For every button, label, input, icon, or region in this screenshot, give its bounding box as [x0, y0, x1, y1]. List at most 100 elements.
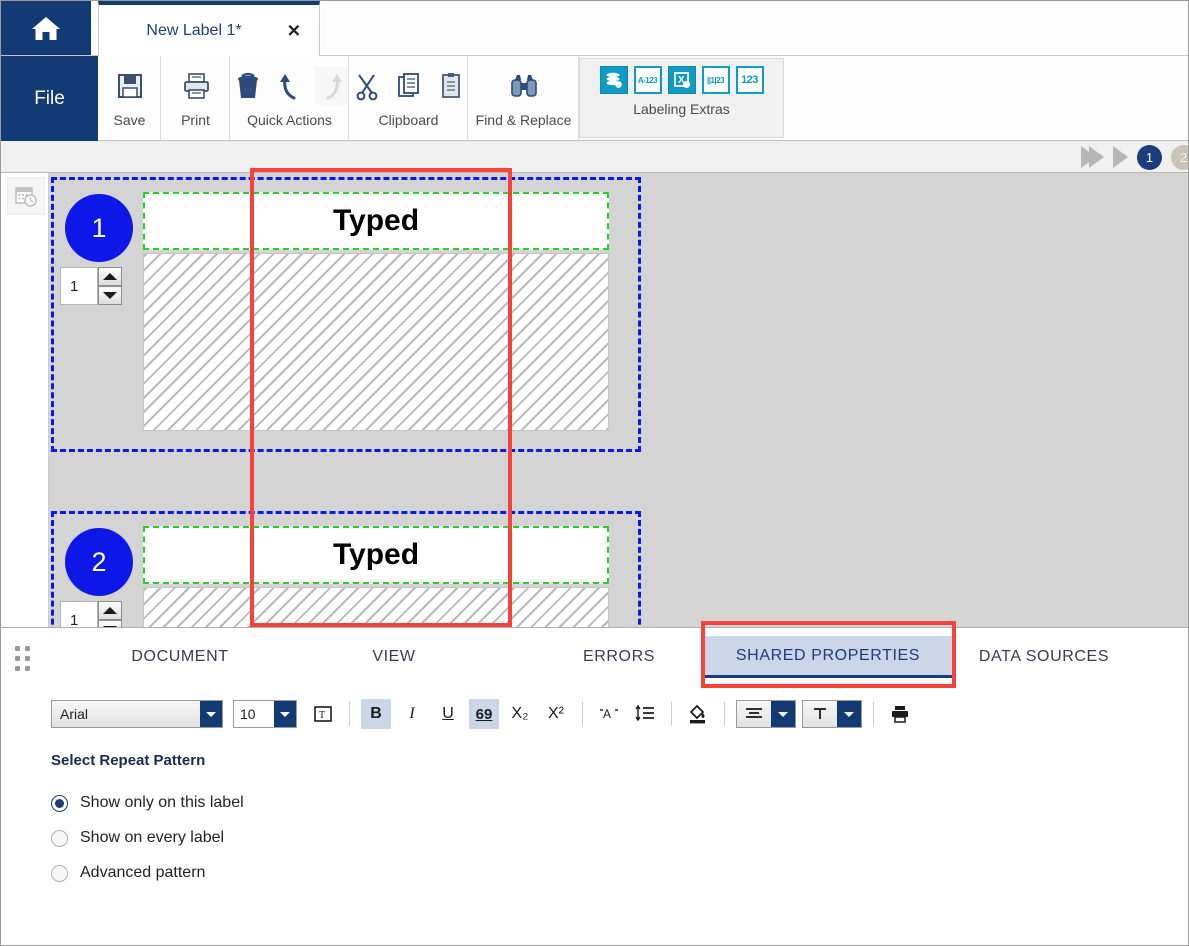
page-indicator-2[interactable]: 2	[1171, 145, 1189, 170]
repeat-count-stepper[interactable]: 1	[60, 601, 122, 627]
home-icon	[29, 13, 63, 43]
italic-button[interactable]: I	[397, 699, 427, 729]
radio-show-only-this-label[interactable]: Show only on this label	[51, 794, 244, 812]
date-time-tool-button[interactable]	[7, 177, 45, 215]
radio-indicator[interactable]	[51, 795, 68, 812]
undo-button[interactable]	[273, 67, 307, 105]
page-navigation-bar: 1 2	[1, 141, 1189, 173]
document-tab[interactable]: New Label 1* ✕	[98, 1, 320, 56]
font-size-select[interactable]: 10	[233, 700, 297, 728]
toolbar-separator	[582, 702, 583, 726]
font-family-select[interactable]: Arial	[51, 700, 223, 728]
database-button[interactable]	[600, 66, 628, 94]
label-text-field[interactable]: Typed	[143, 526, 609, 584]
tab-data-sources[interactable]: DATA SOURCES	[944, 636, 1144, 678]
fill-color-icon	[686, 703, 710, 725]
serial-number-button[interactable]: 123	[736, 66, 764, 94]
home-button[interactable]	[1, 1, 91, 55]
chevron-down-icon[interactable]	[837, 701, 861, 727]
font-color-icon: A	[598, 704, 620, 724]
find-replace-button[interactable]	[507, 67, 541, 105]
label-text-field[interactable]: Typed	[143, 192, 609, 250]
radio-indicator[interactable]	[51, 865, 68, 882]
copy-button[interactable]	[392, 67, 426, 105]
radio-indicator[interactable]	[51, 830, 68, 847]
repeat-count-stepper[interactable]: 1	[60, 267, 122, 305]
ribbon-group-label: Find & Replace	[476, 112, 572, 128]
align-top-icon[interactable]	[803, 701, 837, 727]
labeling-extras-label: Labeling Extras	[633, 101, 730, 117]
superscript-button[interactable]: X²	[541, 699, 571, 729]
align-center-icon[interactable]	[737, 701, 771, 727]
tab-errors[interactable]: ERRORS	[554, 636, 684, 678]
cut-button[interactable]	[350, 67, 384, 105]
panel-tab-bar: DOCUMENT VIEW ERRORS SHARED PROPERTIES D…	[49, 628, 1189, 684]
serial-number-icon: 123	[741, 74, 758, 86]
stepper-up-button[interactable]	[98, 267, 122, 286]
label-block[interactable]: 2 1 Typed	[51, 511, 641, 627]
radio-advanced-pattern[interactable]: Advanced pattern	[51, 864, 205, 882]
align-dropdown[interactable]	[736, 700, 796, 728]
ribbon-group-label: Clipboard	[379, 112, 439, 128]
font-color-button[interactable]: A	[594, 699, 624, 729]
clear-data-icon: X	[673, 71, 691, 89]
print-button[interactable]	[179, 67, 213, 105]
format-toolbar: Arial 10 T B I U 69 X₂ X²	[1, 690, 1189, 738]
document-tab-label: New Label 1*	[146, 22, 241, 40]
clear-data-button[interactable]: X	[668, 66, 696, 94]
tab-document[interactable]: DOCUMENT	[105, 636, 255, 678]
repeat-count-input[interactable]: 1	[60, 601, 98, 627]
fill-color-button[interactable]	[683, 699, 713, 729]
svg-text:T: T	[319, 710, 325, 721]
ribbon-group-print: Print	[162, 56, 230, 140]
label-hatched-region[interactable]	[143, 587, 609, 627]
underline-button[interactable]: U	[433, 699, 463, 729]
label-hatched-region[interactable]	[143, 253, 609, 431]
label-badge[interactable]: 2	[65, 528, 133, 596]
barcode-button[interactable]: ||1|23	[702, 66, 730, 94]
delete-trash-icon	[235, 71, 261, 101]
first-page-button[interactable]	[1081, 146, 1104, 168]
radio-show-every-label[interactable]: Show on every label	[51, 829, 224, 847]
label-badge[interactable]: 1	[65, 194, 133, 262]
text-fit-button[interactable]: T	[308, 699, 338, 729]
delete-button[interactable]	[231, 67, 265, 105]
label-block[interactable]: 1 1 Typed	[51, 177, 641, 452]
stepper-down-button[interactable]	[98, 620, 122, 627]
caret-up-icon	[103, 273, 117, 280]
font-family-value: Arial	[52, 706, 200, 722]
chevron-down-icon[interactable]	[771, 701, 795, 727]
file-menu-button[interactable]: File	[1, 56, 98, 141]
panel-drag-handle[interactable]	[15, 646, 33, 672]
radio-label: Advanced pattern	[80, 864, 205, 882]
text-fit-icon: T	[313, 704, 333, 724]
grip-dot	[25, 656, 30, 661]
chevron-down-icon[interactable]	[274, 701, 296, 727]
stepper-down-button[interactable]	[98, 286, 122, 305]
canvas-tool-rail	[1, 173, 49, 627]
ribbon-group-label: Save	[114, 112, 146, 128]
stepper-up-button[interactable]	[98, 601, 122, 620]
database-icon	[605, 71, 623, 89]
label-canvas[interactable]: 1 1 Typed 2 1	[1, 173, 1189, 627]
print-format-button[interactable]	[885, 699, 915, 729]
tab-strip: New Label 1* ✕	[1, 1, 1189, 56]
line-spacing-icon	[634, 704, 656, 724]
redo-button[interactable]	[315, 67, 349, 105]
bold-button[interactable]: B	[361, 699, 391, 729]
caret-up-icon	[103, 607, 117, 614]
line-spacing-button[interactable]	[630, 699, 660, 729]
save-button[interactable]	[113, 67, 147, 105]
vertical-align-dropdown[interactable]	[802, 700, 862, 728]
page-indicator-1[interactable]: 1	[1137, 145, 1162, 170]
close-icon[interactable]: ✕	[287, 22, 301, 39]
prev-page-arrow-icon[interactable]	[1113, 146, 1128, 168]
subscript-button[interactable]: X₂	[505, 699, 535, 729]
underline-all-button[interactable]: 69	[469, 699, 499, 729]
chevron-down-icon[interactable]	[200, 701, 222, 727]
tab-shared-properties[interactable]: SHARED PROPERTIES	[704, 636, 952, 678]
tab-view[interactable]: VIEW	[339, 636, 449, 678]
repeat-count-input[interactable]: 1	[60, 267, 98, 305]
paste-button[interactable]	[434, 67, 468, 105]
auto-increment-button[interactable]: A-123	[634, 66, 662, 94]
